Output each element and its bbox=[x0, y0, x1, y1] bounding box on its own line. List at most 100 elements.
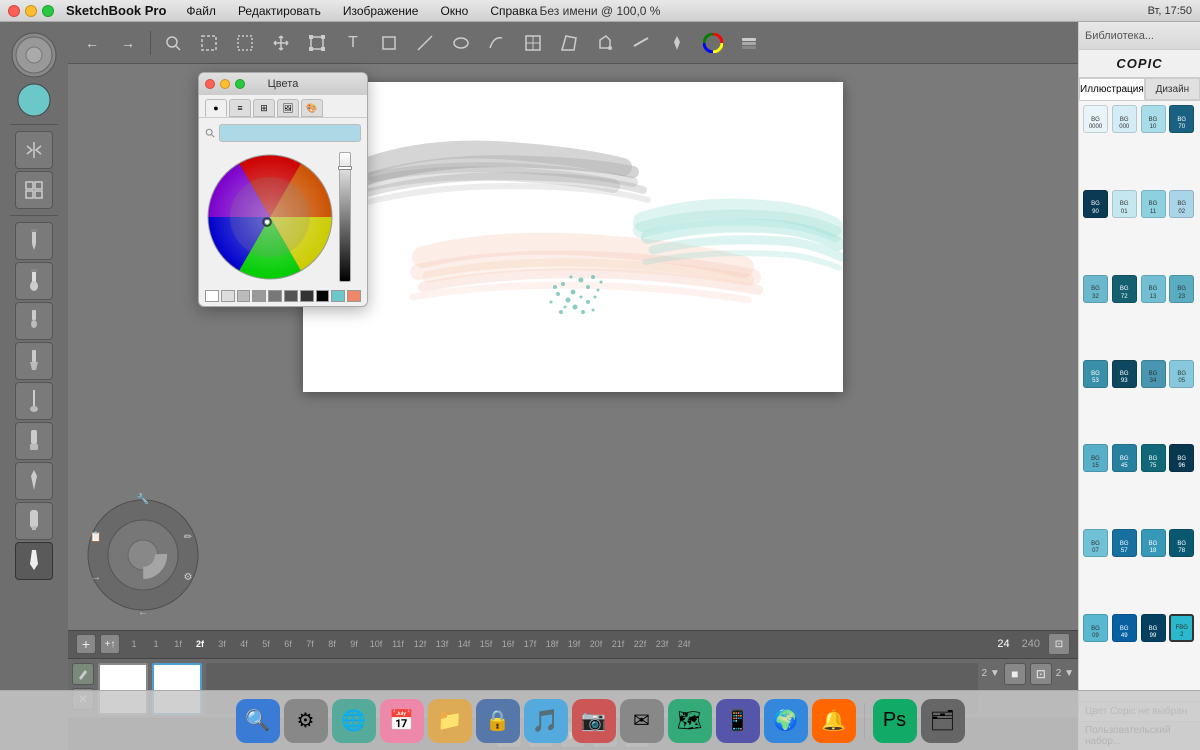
dock-app9[interactable]: 🗺 bbox=[668, 699, 712, 743]
copic-swatch-26[interactable]: BG99 bbox=[1141, 614, 1166, 642]
copic-swatch-2[interactable]: BG10 bbox=[1141, 105, 1166, 133]
copic-swatch-20[interactable]: BG07 bbox=[1083, 529, 1108, 557]
dock-app12[interactable]: 🔔 bbox=[812, 699, 856, 743]
copic-swatch-9[interactable]: BG72 bbox=[1112, 275, 1137, 303]
copic-swatch-27[interactable]: FBG2 bbox=[1169, 614, 1194, 642]
copic-swatch-24[interactable]: BG09 bbox=[1083, 614, 1108, 642]
dock-app1[interactable]: ⚙ bbox=[284, 699, 328, 743]
fill-tool[interactable] bbox=[589, 27, 621, 59]
copic-tab-design[interactable]: Дизайн bbox=[1145, 78, 1200, 100]
swatch-light[interactable] bbox=[221, 290, 235, 302]
text-tool[interactable]: T bbox=[337, 27, 369, 59]
brush-tool-4[interactable] bbox=[15, 382, 53, 420]
slider-handle[interactable] bbox=[338, 166, 352, 170]
swatch-dark2[interactable] bbox=[284, 290, 298, 302]
brush-tool-6[interactable] bbox=[15, 462, 53, 500]
swatch-mid2[interactable] bbox=[252, 290, 266, 302]
copic-swatch-8[interactable]: BG32 bbox=[1083, 275, 1108, 303]
dock-app10[interactable]: 📱 bbox=[716, 699, 760, 743]
minimize-button[interactable] bbox=[25, 5, 37, 17]
maximize-button[interactable] bbox=[42, 5, 54, 17]
dock-app11[interactable]: 🌍 bbox=[764, 699, 808, 743]
copic-swatch-6[interactable]: BG11 bbox=[1141, 190, 1166, 218]
copic-swatch-16[interactable]: BG15 bbox=[1083, 444, 1108, 472]
swatch-peach[interactable] bbox=[347, 290, 361, 302]
copic-swatch-13[interactable]: BG93 bbox=[1112, 360, 1137, 388]
stop-btn[interactable]: ■ bbox=[1004, 663, 1026, 685]
color-wheel[interactable] bbox=[205, 152, 335, 282]
copic-swatch-17[interactable]: BG45 bbox=[1112, 444, 1137, 472]
pen-frame-btn[interactable] bbox=[72, 663, 94, 685]
brush-tool-7[interactable] bbox=[15, 502, 53, 540]
swatch-mid1[interactable] bbox=[237, 290, 251, 302]
swatch-darker[interactable] bbox=[300, 290, 314, 302]
curve-tool[interactable] bbox=[481, 27, 513, 59]
menu-edit[interactable]: Редактировать bbox=[234, 3, 325, 19]
color-tab-image[interactable]: 🖼 bbox=[277, 99, 299, 117]
copic-swatch-12[interactable]: BG53 bbox=[1083, 360, 1108, 388]
color-swatch-display[interactable] bbox=[16, 82, 52, 118]
swatch-teal[interactable] bbox=[331, 290, 345, 302]
drawing-canvas[interactable] bbox=[303, 82, 843, 392]
menu-file[interactable]: Файл bbox=[182, 3, 220, 19]
dock-app8[interactable]: ✉ bbox=[620, 699, 664, 743]
copic-swatch-0[interactable]: BG0000 bbox=[1083, 105, 1108, 133]
copic-swatch-14[interactable]: BG34 bbox=[1141, 360, 1166, 388]
copic-swatch-25[interactable]: BG49 bbox=[1112, 614, 1137, 642]
copic-swatch-19[interactable]: BG96 bbox=[1169, 444, 1194, 472]
swatch-dark1[interactable] bbox=[268, 290, 282, 302]
brush-size-wheel[interactable] bbox=[9, 30, 59, 80]
copic-swatch-21[interactable]: BG57 bbox=[1112, 529, 1137, 557]
dock-app2[interactable]: 🌐 bbox=[332, 699, 376, 743]
dialog-maximize[interactable] bbox=[235, 79, 245, 89]
menu-window[interactable]: Окно bbox=[436, 3, 472, 19]
color-tab-swatches[interactable]: ⊞ bbox=[253, 99, 275, 117]
copic-swatch-11[interactable]: BG23 bbox=[1169, 275, 1194, 303]
dock-app4[interactable]: 📁 bbox=[428, 699, 472, 743]
color-brightness-slider[interactable] bbox=[339, 152, 351, 282]
lasso-tool[interactable] bbox=[229, 27, 261, 59]
swatch-black[interactable] bbox=[316, 290, 330, 302]
mesh-tool[interactable] bbox=[517, 27, 549, 59]
layers-tool[interactable] bbox=[733, 27, 765, 59]
distort-tool[interactable] bbox=[553, 27, 585, 59]
copic-swatch-1[interactable]: BG000 bbox=[1112, 105, 1137, 133]
dock-app5[interactable]: 🔒 bbox=[476, 699, 520, 743]
copic-swatch-7[interactable]: BG02 bbox=[1169, 190, 1194, 218]
dialog-minimize[interactable] bbox=[220, 79, 230, 89]
close-button[interactable] bbox=[8, 5, 20, 17]
dock-app7[interactable]: 📷 bbox=[572, 699, 616, 743]
dock-finder[interactable]: 🔍 bbox=[236, 699, 280, 743]
loop-btn[interactable]: ⊡ bbox=[1030, 663, 1052, 685]
radial-menu[interactable]: 🔧 ✏ ⚙ ← → 📋 bbox=[78, 490, 208, 620]
copic-tab-illustration[interactable]: Иллюстрация bbox=[1079, 78, 1145, 100]
ellipse-tool[interactable] bbox=[445, 27, 477, 59]
shape-tool[interactable] bbox=[373, 27, 405, 59]
copic-swatch-10[interactable]: BG13 bbox=[1141, 275, 1166, 303]
copic-swatch-4[interactable]: BG90 bbox=[1083, 190, 1108, 218]
undo-button[interactable]: ← bbox=[76, 27, 108, 59]
color-wheel-btn[interactable] bbox=[697, 27, 729, 59]
copic-swatch-22[interactable]: BG18 bbox=[1141, 529, 1166, 557]
timeline-add-key[interactable]: +↑ bbox=[100, 634, 120, 654]
dock-app3[interactable]: 📅 bbox=[380, 699, 424, 743]
zoom-tool[interactable] bbox=[157, 27, 189, 59]
copic-swatch-5[interactable]: BG01 bbox=[1112, 190, 1137, 218]
color-tab-palette[interactable]: 🎨 bbox=[301, 99, 323, 117]
select-tool[interactable] bbox=[193, 27, 225, 59]
copic-swatch-15[interactable]: BG05 bbox=[1169, 360, 1194, 388]
symmetry-tool[interactable] bbox=[15, 131, 53, 169]
pencil-tool[interactable] bbox=[15, 222, 53, 260]
swatch-white[interactable] bbox=[205, 290, 219, 302]
dock-photoshop[interactable]: Ps bbox=[873, 699, 917, 743]
color-search-input[interactable] bbox=[219, 124, 361, 142]
brush-settings[interactable] bbox=[661, 27, 693, 59]
brush-tool-active[interactable] bbox=[15, 542, 53, 580]
timeline-expand[interactable]: ⊡ bbox=[1048, 633, 1070, 655]
copic-swatch-3[interactable]: BG70 bbox=[1169, 105, 1194, 133]
brush-tool-5[interactable] bbox=[15, 422, 53, 460]
dock-finder2[interactable]: 🗂 bbox=[921, 699, 965, 743]
copic-swatch-18[interactable]: BG75 bbox=[1141, 444, 1166, 472]
brush-tool-1[interactable] bbox=[15, 262, 53, 300]
transform-tool[interactable] bbox=[301, 27, 333, 59]
